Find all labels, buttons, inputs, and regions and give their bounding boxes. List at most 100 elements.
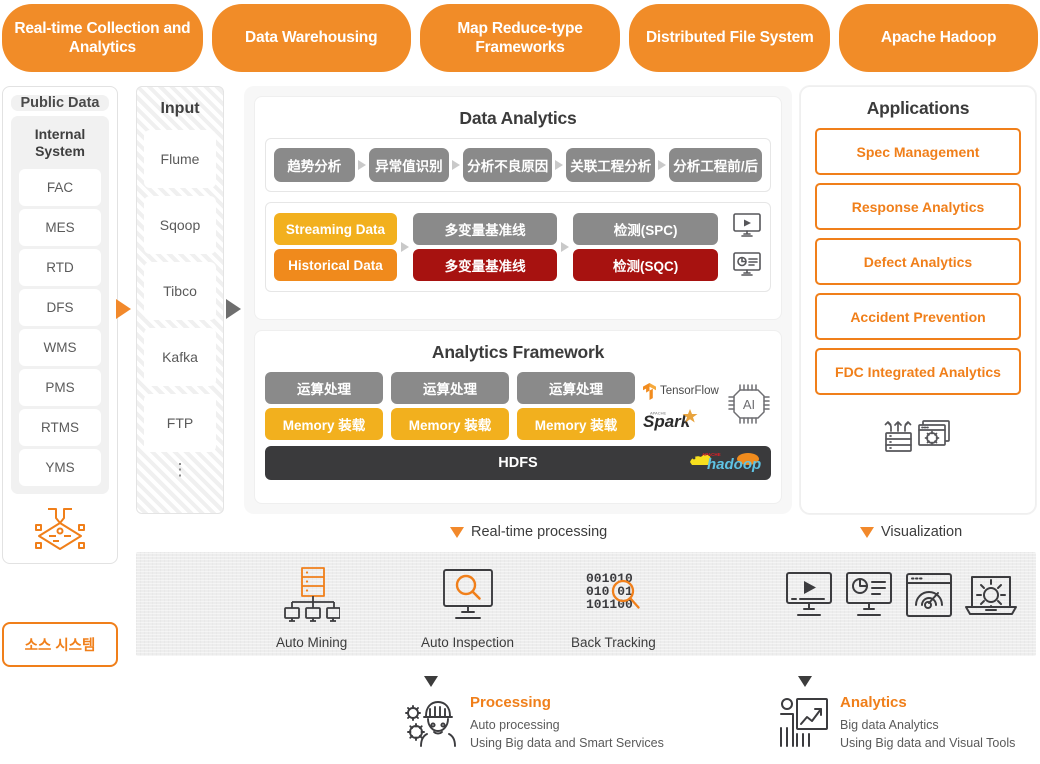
video-monitor-icon xyxy=(732,212,762,243)
svg-text:AI: AI xyxy=(743,397,755,412)
input-item-ftp[interactable]: FTP xyxy=(144,394,216,452)
center-panel: Data Analytics 趋势分析 异常值识别 分析不良原因 关联工程分析 … xyxy=(244,86,792,514)
block-detect-sqc[interactable]: 检测(SQC) xyxy=(573,249,718,281)
tab-distributed-file-system[interactable]: Distributed File System xyxy=(629,4,830,72)
app-fdc-integrated-analytics[interactable]: FDC Integrated Analytics xyxy=(815,348,1021,395)
analytics-framework-title: Analytics Framework xyxy=(255,331,781,372)
flow-label-realtime-text: Real-time processing xyxy=(471,524,607,540)
spark-logo: Spark APACHE xyxy=(643,408,723,430)
chevron-down-icon xyxy=(798,676,812,687)
sidebar-item-mes[interactable]: MES xyxy=(19,209,101,246)
svg-text:APACHE: APACHE xyxy=(650,410,666,415)
input-item-flume[interactable]: Flume xyxy=(144,130,216,188)
app-response-analytics[interactable]: Response Analytics xyxy=(815,183,1021,230)
chevron-analytics-wrap xyxy=(798,676,812,687)
processing-title: Processing xyxy=(470,694,664,711)
framework-logos: TensorFlow Spark APACHE xyxy=(643,372,771,440)
hdfs-bar[interactable]: HDFS APACHE hadoop xyxy=(265,446,771,480)
worker-gears-icon xyxy=(404,694,460,755)
laptop-gear-icon xyxy=(964,569,1018,630)
monitor-magnifier-icon xyxy=(440,566,496,629)
sidebar-item-wms[interactable]: WMS xyxy=(19,329,101,366)
person-chart-icon xyxy=(778,694,830,755)
gauge-window-icon xyxy=(904,569,954,630)
band-item-back-tracking[interactable]: 001010 010 01 101100 Back Tracking xyxy=(571,566,656,650)
band-item-auto-inspection[interactable]: Auto Inspection xyxy=(421,566,514,650)
flow-label-realtime: Real-time processing xyxy=(450,524,607,540)
processing-text-block: Processing Auto processing Using Big dat… xyxy=(470,694,664,752)
memory-load-3[interactable]: Memory 装载 xyxy=(517,408,635,440)
video-monitor-icon xyxy=(784,569,834,630)
processing-line2: Using Big data and Smart Services xyxy=(470,734,664,752)
applications-title: Applications xyxy=(815,87,1021,128)
chevron-down-icon xyxy=(424,676,438,687)
server-network-icon xyxy=(284,566,340,629)
dashboard-monitor-icon xyxy=(732,251,762,282)
analytics-text-block: Analytics Big data Analytics Using Big d… xyxy=(840,694,1015,752)
pipeline-step-defect-cause[interactable]: 分析不良原因 xyxy=(463,148,552,182)
compute-process-1[interactable]: 运算处理 xyxy=(265,372,383,404)
analysis-pipeline: 趋势分析 异常值识别 分析不良原因 关联工程分析 分析工程前/后 xyxy=(274,148,762,182)
input-item-kafka[interactable]: Kafka xyxy=(144,328,216,386)
analytics-monitor-icons xyxy=(732,212,762,282)
tab-map-reduce[interactable]: Map Reduce-type Frameworks xyxy=(420,4,621,72)
block-detect-spc[interactable]: 检测(SPC) xyxy=(573,213,718,245)
input-more-indicator[interactable]: ⋮ xyxy=(172,466,189,474)
compute-grid: 运算处理 Memory 装载 运算处理 Memory 装载 运算处理 Memor… xyxy=(265,372,771,440)
sidebar-item-rtd[interactable]: RTD xyxy=(19,249,101,286)
pipeline-step-before-after[interactable]: 分析工程前/后 xyxy=(669,148,762,182)
public-data-chip[interactable]: Public Data xyxy=(11,95,109,111)
chevron-down-icon xyxy=(860,527,874,538)
pipeline-step-correlation[interactable]: 关联工程分析 xyxy=(566,148,655,182)
block-historical-data[interactable]: Historical Data xyxy=(274,249,397,281)
pipeline-separator-icon xyxy=(552,160,566,170)
ai-chip-icon: AI xyxy=(727,381,771,432)
sidebar-item-fac[interactable]: FAC xyxy=(19,169,101,206)
bottom-processing: Processing Auto processing Using Big dat… xyxy=(404,694,664,755)
block-baseline-red[interactable]: 多变量基准线 xyxy=(413,249,558,281)
flow-labels-row: Real-time processing Visualization xyxy=(0,524,1040,552)
band-label-auto-mining: Auto Mining xyxy=(276,635,347,650)
applications-panel: Applications Spec Management Response An… xyxy=(800,86,1036,514)
input-item-tibco[interactable]: Tibco xyxy=(144,262,216,320)
top-tab-bar: Real-time Collection and Analytics Data … xyxy=(0,0,1040,72)
chevron-down-icon xyxy=(450,527,464,538)
sidebar-item-yms[interactable]: YMS xyxy=(19,449,101,486)
tab-apache-hadoop[interactable]: Apache Hadoop xyxy=(839,4,1038,72)
sidebar-item-rtms[interactable]: RTMS xyxy=(19,409,101,446)
app-spec-management[interactable]: Spec Management xyxy=(815,128,1021,175)
pipeline-step-trend[interactable]: 趋势分析 xyxy=(274,148,355,182)
band-item-auto-mining[interactable]: Auto Mining xyxy=(276,566,347,650)
band-label-back-tracking: Back Tracking xyxy=(571,635,656,650)
source-system-button[interactable]: 소스 시스템 xyxy=(2,622,118,667)
flow-label-visualization: Visualization xyxy=(860,524,962,540)
pipeline-step-anomaly[interactable]: 异常值识别 xyxy=(369,148,450,182)
memory-load-1[interactable]: Memory 装载 xyxy=(265,408,383,440)
data-analytics-title: Data Analytics xyxy=(255,97,781,138)
block-streaming-data[interactable]: Streaming Data xyxy=(274,213,397,245)
analytics-framework-card: Analytics Framework 运算处理 Memory 装载 运算处理 … xyxy=(254,330,782,504)
stream-processing-row: Streaming Data Historical Data 多变量基准线 多变… xyxy=(274,212,762,282)
input-title: Input xyxy=(160,100,199,118)
baseline-blocks: 多变量基准线 多变量基准线 xyxy=(413,213,558,281)
compute-process-2[interactable]: 运算处理 xyxy=(391,372,509,404)
memory-load-2[interactable]: Memory 装载 xyxy=(391,408,509,440)
sidebar-item-pms[interactable]: PMS xyxy=(19,369,101,406)
block-baseline-gray[interactable]: 多变量基准线 xyxy=(413,213,558,245)
arrow-input-to-analytics xyxy=(226,299,241,319)
analytics-title: Analytics xyxy=(840,694,1015,711)
applications-footer-icon xyxy=(815,409,1021,457)
chevron-processing-wrap xyxy=(424,676,438,687)
visualization-icons-row xyxy=(784,569,1018,630)
sidebar-item-dfs[interactable]: DFS xyxy=(19,289,101,326)
tab-data-warehousing[interactable]: Data Warehousing xyxy=(212,4,411,72)
app-defect-analytics[interactable]: Defect Analytics xyxy=(815,238,1021,285)
app-accident-prevention[interactable]: Accident Prevention xyxy=(815,293,1021,340)
compute-process-3[interactable]: 运算处理 xyxy=(517,372,635,404)
input-item-sqoop[interactable]: Sqoop xyxy=(144,196,216,254)
diagram-stage: Public Data Internal System FAC MES RTD … xyxy=(0,76,1040,764)
dashboard-monitor-icon xyxy=(844,569,894,630)
tab-realtime-collection[interactable]: Real-time Collection and Analytics xyxy=(2,4,203,72)
hadoop-logo: APACHE hadoop xyxy=(685,448,761,478)
pipeline-separator-icon xyxy=(655,160,669,170)
